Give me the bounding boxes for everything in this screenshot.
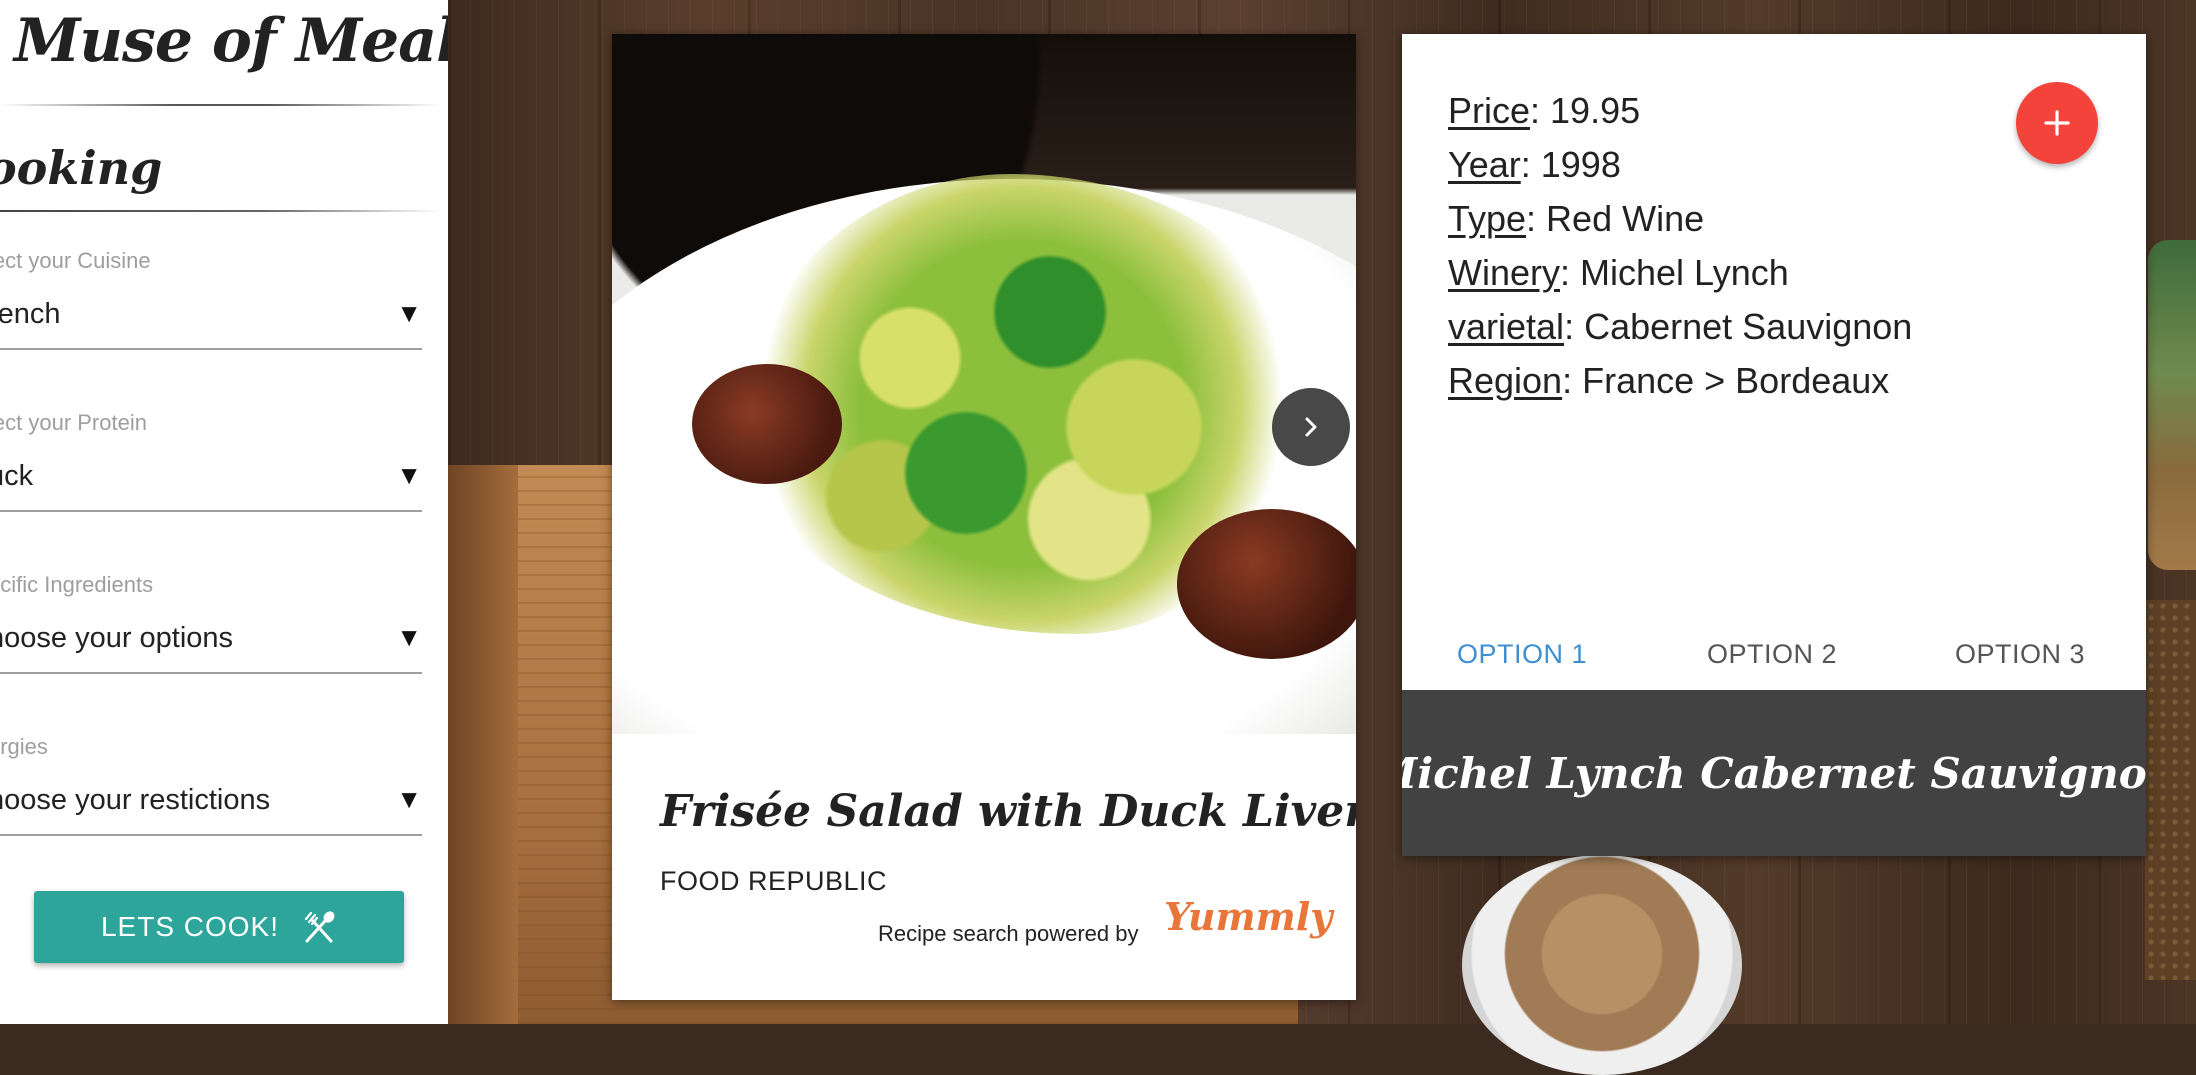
utensils-icon bbox=[304, 911, 335, 943]
next-image-button[interactable] bbox=[1272, 388, 1350, 466]
divider bbox=[0, 104, 440, 106]
detail-value: : 1998 bbox=[1520, 144, 1621, 185]
protein-select[interactable]: uck ▼ bbox=[0, 454, 422, 512]
duck-liver bbox=[1177, 509, 1356, 659]
caret-down-icon: ▼ bbox=[396, 784, 422, 814]
detail-varietal: varietal: Cabernet Sauvignon bbox=[1448, 300, 1912, 354]
chevron-right-icon bbox=[1305, 417, 1317, 437]
recipe-photo[interactable] bbox=[612, 34, 1356, 734]
powered-by-text: Recipe search powered by bbox=[878, 921, 1139, 946]
detail-year: Year: 1998 bbox=[1448, 138, 1912, 192]
peppercorns-image bbox=[2145, 600, 2196, 980]
lets-cook-label: LETS COOK! bbox=[100, 911, 280, 942]
detail-type: Type: Red Wine bbox=[1448, 192, 1912, 246]
ingredients-select[interactable]: hoose your options ▼ bbox=[0, 616, 422, 674]
duck-liver bbox=[692, 364, 842, 484]
detail-winery: Winery: Michel Lynch bbox=[1448, 246, 1912, 300]
add-wine-button[interactable] bbox=[2016, 82, 2098, 164]
recipe-card: Frisée Salad with Duck Livers FOOD REPUB… bbox=[612, 34, 1356, 1000]
allergies-label: ergies bbox=[0, 734, 48, 759]
tab-option-1[interactable]: OPTION 1 bbox=[1442, 622, 1602, 686]
wine-name: Michel Lynch Cabernet Sauvignon bbox=[1402, 748, 2146, 798]
wine-card: Price: 19.95 Year: 1998 Type: Red Wine W… bbox=[1402, 34, 2146, 856]
section-title: ooking bbox=[0, 141, 163, 195]
lets-cook-button[interactable]: LETS COOK! bbox=[34, 891, 404, 963]
detail-value: : 19.95 bbox=[1530, 90, 1641, 131]
detail-key: Region bbox=[1448, 360, 1563, 401]
allergies-select[interactable]: hoose your restictions ▼ bbox=[0, 778, 422, 836]
recipe-title[interactable]: Frisée Salad with Duck Livers bbox=[660, 786, 1356, 837]
herb-jar-image bbox=[2148, 240, 2196, 570]
detail-key: Type bbox=[1448, 198, 1527, 239]
detail-key: varietal bbox=[1448, 306, 1565, 347]
detail-value: : Michel Lynch bbox=[1560, 252, 1789, 293]
cuisine-value: rench bbox=[0, 298, 61, 330]
detail-key: Winery bbox=[1448, 252, 1561, 293]
wine-name-bar: Michel Lynch Cabernet Sauvignon bbox=[1402, 690, 2146, 856]
detail-key: Year bbox=[1448, 144, 1521, 185]
yummly-logo[interactable]: Yummly bbox=[1164, 894, 1332, 939]
plus-icon bbox=[2044, 110, 2070, 136]
sugar-bowl-image bbox=[1462, 855, 1742, 1075]
detail-price: Price: 19.95 bbox=[1448, 84, 1912, 138]
detail-region: Region: France > Bordeaux bbox=[1448, 354, 1912, 408]
caret-down-icon: ▼ bbox=[396, 460, 422, 490]
tab-option-3[interactable]: OPTION 3 bbox=[1940, 622, 2100, 686]
brand-logo: Muse of Meals bbox=[14, 6, 448, 76]
cuisine-select[interactable]: rench ▼ bbox=[0, 292, 422, 350]
protein-label: lect your Protein bbox=[0, 410, 147, 435]
wine-option-tabs: OPTION 1 OPTION 2 OPTION 3 bbox=[1402, 622, 2146, 686]
detail-key: Price bbox=[1448, 90, 1531, 131]
divider bbox=[0, 210, 440, 212]
detail-value: : Cabernet Sauvignon bbox=[1564, 306, 1913, 347]
detail-value: : France > Bordeaux bbox=[1562, 360, 1890, 401]
tab-option-2[interactable]: OPTION 2 bbox=[1692, 622, 1852, 686]
ingredients-value: hoose your options bbox=[0, 622, 234, 654]
wine-details: Price: 19.95 Year: 1998 Type: Red Wine W… bbox=[1448, 84, 1912, 408]
recipe-source: FOOD REPUBLIC bbox=[660, 866, 888, 896]
caret-down-icon: ▼ bbox=[396, 298, 422, 328]
detail-value: : Red Wine bbox=[1526, 198, 1705, 239]
ingredients-label: ecific Ingredients bbox=[0, 572, 154, 597]
sidebar: Muse of Meals ooking lect your Cuisine r… bbox=[0, 0, 448, 1024]
cutting-board-edge bbox=[448, 465, 518, 1024]
cuisine-label: lect your Cuisine bbox=[0, 248, 151, 273]
protein-value: uck bbox=[0, 460, 34, 492]
allergies-value: hoose your restictions bbox=[0, 784, 271, 816]
caret-down-icon: ▼ bbox=[396, 622, 422, 652]
